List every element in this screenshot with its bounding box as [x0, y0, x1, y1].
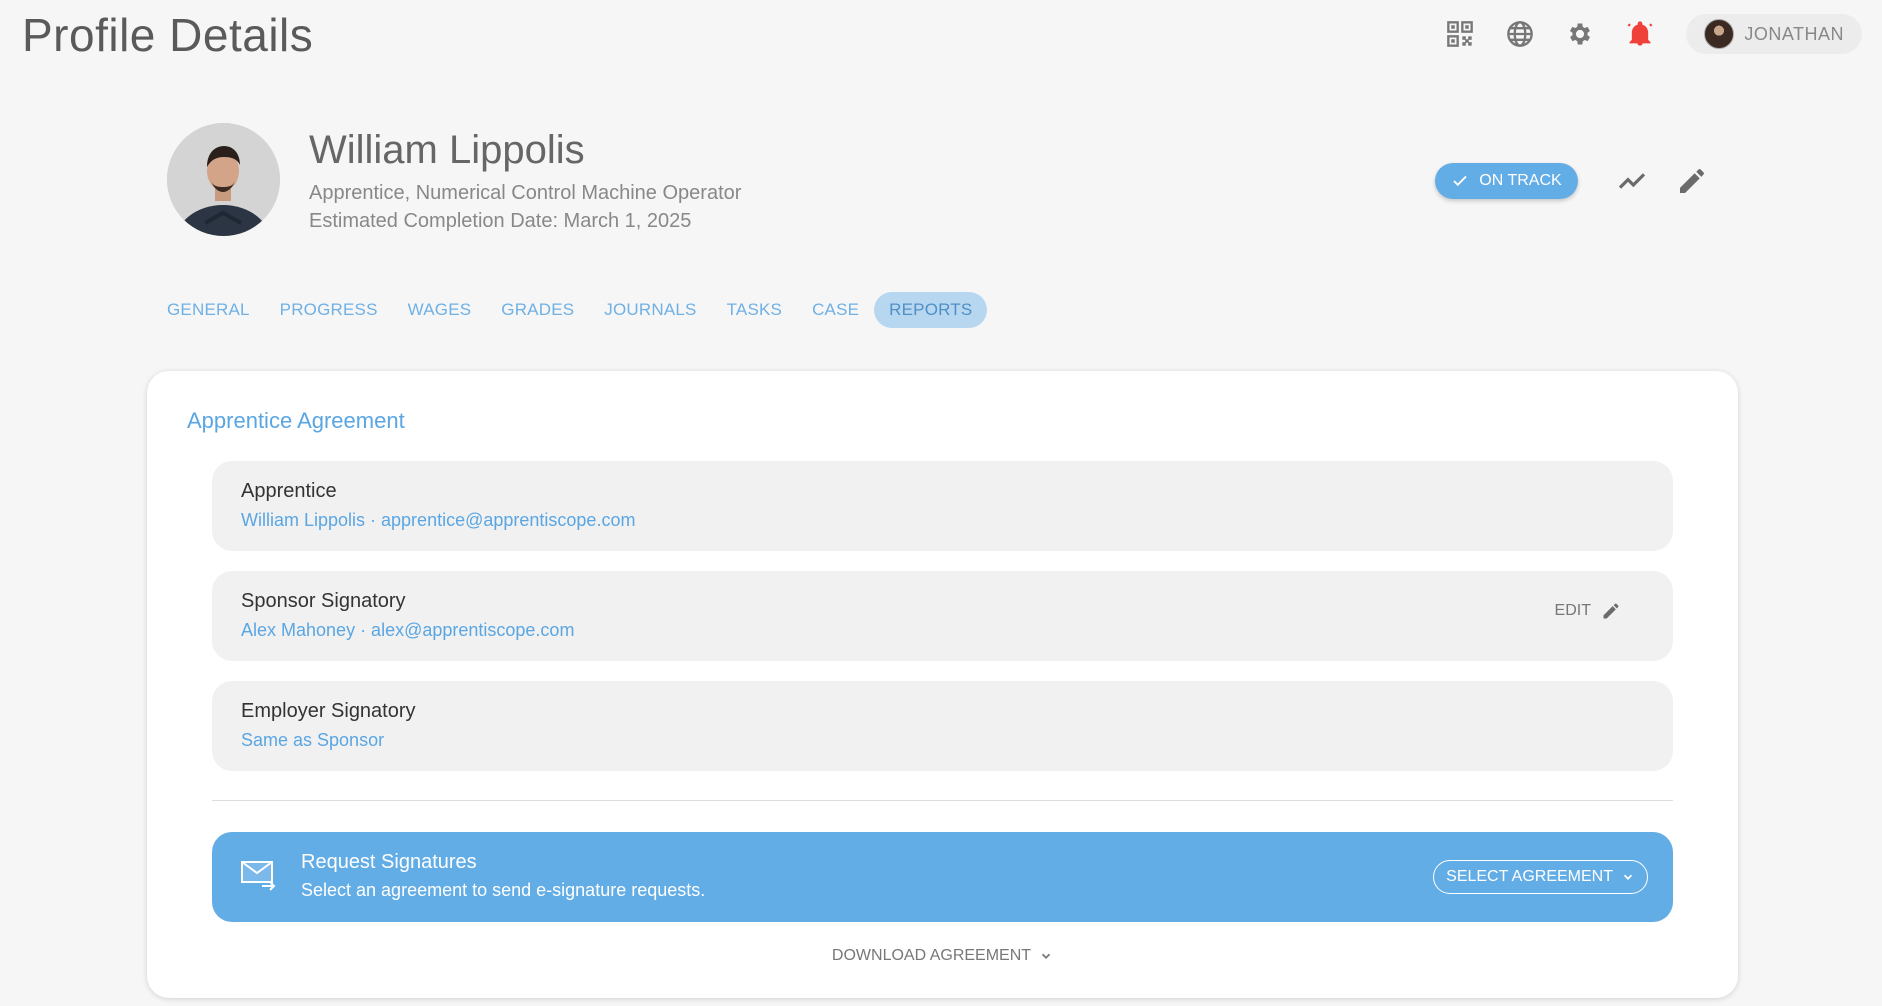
globe-icon[interactable] — [1502, 16, 1538, 52]
qr-code-icon[interactable] — [1442, 16, 1478, 52]
row-title: Apprentice — [241, 480, 337, 502]
edit-sponsor-button[interactable]: EDIT — [1555, 601, 1621, 621]
row-subtitle[interactable]: Same as Sponsor — [241, 730, 384, 751]
agreement-card: Apprentice Agreement Apprentice William … — [147, 371, 1738, 998]
top-toolbar: JONATHAN — [1418, 14, 1862, 54]
status-label: ON TRACK — [1479, 172, 1562, 189]
profile-role: Apprentice, Numerical Control Machine Op… — [309, 182, 742, 204]
check-icon — [1453, 175, 1467, 187]
row-title: Employer Signatory — [241, 700, 416, 722]
request-title: Request Signatures — [301, 851, 477, 873]
profile-tabs: GENERAL PROGRESS WAGES GRADES JOURNALS T… — [152, 292, 988, 328]
tab-wages[interactable]: WAGES — [393, 292, 487, 328]
status-badge[interactable]: ON TRACK — [1435, 163, 1578, 199]
gear-icon[interactable] — [1562, 16, 1598, 52]
user-name: JONATHAN — [1744, 23, 1844, 44]
profile-photo — [167, 123, 280, 236]
profile-name: William Lippolis — [309, 128, 585, 172]
tab-grades[interactable]: GRADES — [486, 292, 589, 328]
select-agreement-button[interactable]: SELECT AGREEMENT — [1433, 860, 1648, 894]
page-title: Profile Details — [22, 9, 314, 61]
tab-case[interactable]: CASE — [797, 292, 874, 328]
tab-general[interactable]: GENERAL — [152, 292, 265, 328]
tab-journals[interactable]: JOURNALS — [589, 292, 711, 328]
download-container: DOWNLOAD AGREEMENT — [147, 947, 1738, 965]
download-label: DOWNLOAD AGREEMENT — [831, 947, 1032, 964]
completion-date: Estimated Completion Date: March 1, 2025 — [309, 210, 692, 232]
request-signatures-panel: Request Signatures Select an agreement t… — [212, 832, 1673, 922]
pencil-icon — [1603, 603, 1619, 619]
edit-profile-icon[interactable] — [1676, 165, 1708, 197]
tab-tasks[interactable]: TASKS — [712, 292, 797, 328]
request-subtitle: Select an agreement to send e-signature … — [301, 880, 706, 900]
row-subtitle[interactable]: Alex Mahoney · alex@apprentiscope.com — [241, 620, 574, 641]
trending-icon[interactable] — [1616, 165, 1648, 197]
download-agreement-button[interactable]: DOWNLOAD AGREEMENT — [832, 947, 1053, 965]
tab-progress[interactable]: PROGRESS — [265, 292, 393, 328]
edit-label: EDIT — [1554, 602, 1591, 619]
user-menu-button[interactable]: JONATHAN — [1686, 14, 1862, 54]
apprentice-row: Apprentice William Lippolis · apprentice… — [212, 461, 1673, 551]
select-agreement-label: SELECT AGREEMENT — [1446, 868, 1613, 885]
sponsor-row: Sponsor Signatory Alex Mahoney · alex@ap… — [212, 571, 1673, 661]
employer-row: Employer Signatory Same as Sponsor — [212, 681, 1673, 771]
divider — [212, 800, 1673, 801]
envelope-icon — [241, 861, 276, 891]
chevron-down-icon — [1623, 874, 1633, 880]
tab-reports[interactable]: REPORTS — [874, 292, 988, 328]
chevron-down-icon — [1041, 953, 1051, 959]
card-title: Apprentice Agreement — [187, 408, 405, 433]
row-title: Sponsor Signatory — [241, 590, 406, 612]
bell-icon[interactable] — [1622, 16, 1658, 52]
avatar — [1704, 19, 1735, 49]
row-subtitle[interactable]: William Lippolis · apprentice@apprentisc… — [241, 510, 635, 531]
